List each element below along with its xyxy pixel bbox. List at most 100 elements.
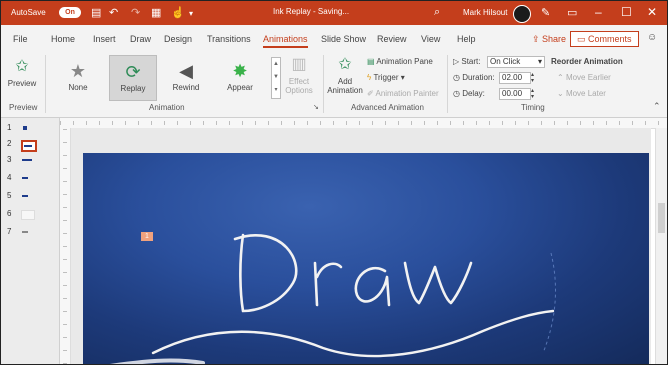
tab-transitions[interactable]: Transitions [207, 34, 251, 44]
comments-button[interactable]: ▭ Comments [570, 31, 639, 47]
autosave-toggle[interactable]: On [59, 7, 81, 18]
animation-painter-label: Animation Painter [375, 89, 439, 98]
add-animation-label: Add Animation [327, 77, 363, 95]
move-later-button[interactable]: ⌄ Move Later [557, 89, 606, 98]
thumbnail-7[interactable]: 7 [7, 227, 47, 239]
user-name[interactable]: Mark Hilsout [463, 8, 507, 17]
animation-order-tag[interactable]: 1 [141, 232, 153, 241]
duration-field[interactable]: 02.00 [499, 72, 531, 84]
slide-canvas[interactable] [83, 153, 649, 365]
clock-icon: ◷ [453, 73, 463, 82]
tab-review[interactable]: Review [377, 34, 407, 44]
effect-label: Rewind [172, 83, 200, 92]
thumbnail-4[interactable]: 4 [7, 173, 47, 185]
document-title: Ink Replay - Saving... [273, 7, 350, 16]
star-outline-icon: ★ [69, 61, 87, 81]
share-icon: ⇪ [532, 34, 543, 44]
thumbnail-3[interactable]: 3 [7, 155, 47, 167]
touch-mode-icon[interactable]: ☝ [171, 6, 185, 19]
animation-pane-label: Animation Pane [376, 57, 433, 66]
start-label: ▷ Start: [453, 57, 481, 66]
gallery-scroll[interactable]: ▲ ▼ ▾ [271, 57, 281, 99]
slide-editor [71, 128, 651, 364]
effect-rewind[interactable]: ◀ Rewind [163, 55, 209, 99]
comment-icon: ▭ [577, 34, 589, 44]
effect-appear[interactable]: ✸ Appear [217, 55, 263, 99]
tab-view[interactable]: View [421, 34, 440, 44]
tab-insert[interactable]: Insert [93, 34, 116, 44]
start-slideshow-icon[interactable]: ▦ [151, 6, 161, 19]
ink-drawing[interactable] [83, 153, 649, 365]
powerpoint-window: AutoSave On ▤ ↶ ↷ ▦ ☝ ▾ Ink Replay - Sav… [0, 0, 668, 365]
minimize-icon[interactable]: – [595, 5, 602, 19]
rewind-icon: ◀ [179, 61, 193, 81]
effect-label: Replay [120, 84, 146, 93]
redo-icon[interactable]: ↷ [131, 6, 140, 19]
move-earlier-button[interactable]: ⌃ Move Earlier [557, 73, 611, 82]
title-bar: AutoSave On ▤ ↶ ↷ ▦ ☝ ▾ Ink Replay - Sav… [1, 1, 667, 25]
tab-slide-show[interactable]: Slide Show [321, 34, 366, 44]
effect-replay[interactable]: ⟳ Replay [109, 55, 157, 101]
up-arrow-icon: ⌃ [557, 73, 566, 82]
group-label-advanced: Advanced Animation [351, 103, 424, 112]
customize-qat-icon[interactable]: ▾ [189, 9, 193, 18]
tab-home[interactable]: Home [51, 34, 75, 44]
group-label-preview: Preview [9, 103, 38, 112]
vertical-scrollbar[interactable] [655, 128, 667, 364]
animation-pane-icon: ▤ [367, 57, 377, 66]
replay-icon: ⟳ [125, 62, 141, 82]
tab-draw[interactable]: Draw [130, 34, 151, 44]
maximize-icon[interactable]: ☐ [621, 5, 632, 19]
start-dropdown[interactable]: On Click ▾ [487, 56, 545, 68]
effect-options-button[interactable]: ▥ Effect Options [283, 55, 315, 95]
effect-label: Appear [227, 83, 253, 92]
close-icon[interactable]: ✕ [647, 5, 657, 19]
animation-painter-button[interactable]: ✐ Animation Painter [367, 89, 439, 98]
slide-thumbnails: 1 2 3 4 5 6 7 [1, 118, 60, 364]
duration-spinner[interactable]: ▴ ▾ [531, 72, 534, 84]
delay-field[interactable]: 00.00 [499, 88, 531, 100]
add-animation-button[interactable]: ✩ Add Animation [327, 55, 363, 95]
thumbnail-5[interactable]: 5 [7, 191, 47, 203]
animation-pane-button[interactable]: ▤ Animation Pane [367, 57, 433, 66]
star-green-icon: ✸ [232, 61, 248, 81]
trigger-label: Trigger [373, 73, 399, 82]
dialog-launcher-icon[interactable]: ↘ [313, 103, 319, 111]
delay-label: ◷ Delay: [453, 89, 485, 98]
ribbon-display-icon[interactable]: ▭ [567, 6, 577, 19]
divider [447, 55, 448, 113]
avatar[interactable] [513, 5, 531, 23]
thumbnail-1[interactable]: 1 [7, 123, 47, 135]
preview-label: Preview [7, 79, 37, 88]
save-icon[interactable]: ▤ [91, 6, 101, 19]
scrollbar-thumb[interactable] [658, 203, 665, 233]
tab-file[interactable]: File [13, 34, 28, 44]
autosave-label: AutoSave [11, 8, 46, 17]
comments-label: Comments [588, 34, 632, 44]
divider [323, 55, 324, 113]
vertical-ruler [60, 128, 71, 364]
preview-button[interactable]: ✩ Preview [7, 57, 37, 88]
share-button[interactable]: ⇪ Share [532, 34, 566, 45]
divider [45, 55, 46, 113]
effect-none[interactable]: ★ None [55, 55, 101, 99]
delay-spinner[interactable]: ▴ ▾ [531, 88, 534, 100]
preview-star-icon: ✩ [15, 58, 29, 75]
tab-help[interactable]: Help [457, 34, 476, 44]
thumbnail-2[interactable]: 2 [7, 139, 47, 152]
effect-label: None [68, 83, 88, 92]
ribbon-animations: ✩ Preview Preview ★ None ⟳ Replay ◀ Rewi… [1, 51, 667, 118]
tab-animations[interactable]: Animations [263, 34, 308, 48]
tab-design[interactable]: Design [164, 34, 192, 44]
effect-options-label: Effect Options [285, 77, 313, 95]
search-icon[interactable]: ⌕ [434, 6, 440, 19]
pen-icon[interactable]: ✎ [541, 6, 550, 19]
smiley-icon[interactable]: ☺ [647, 32, 657, 43]
thumbnail-6[interactable]: 6 [7, 209, 47, 221]
group-label-timing: Timing [521, 103, 545, 112]
effect-options-icon: ▥ [291, 56, 307, 73]
collapse-ribbon-icon[interactable]: ⌃ [653, 101, 661, 112]
group-label-animation: Animation [149, 103, 185, 112]
undo-icon[interactable]: ↶ [109, 6, 118, 19]
trigger-button[interactable]: ϟ Trigger ▾ [367, 73, 405, 82]
